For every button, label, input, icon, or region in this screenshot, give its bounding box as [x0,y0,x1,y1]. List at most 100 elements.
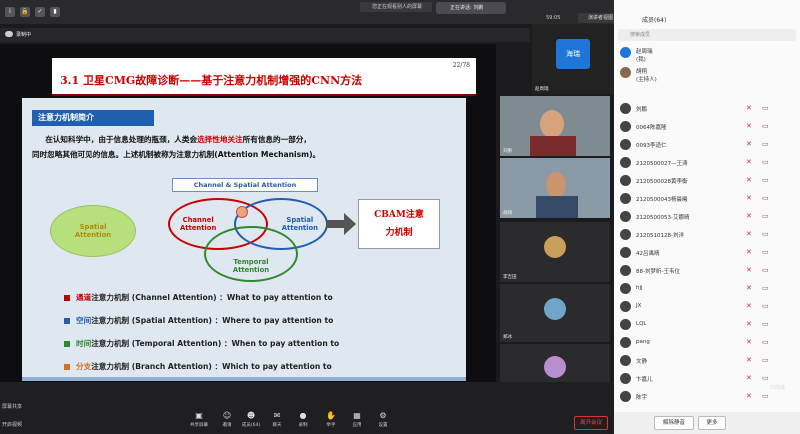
participant-row[interactable]: 2120500027—王涛 ✕ ▭ [614,154,800,172]
lock-icon[interactable]: 🔒 [20,7,30,17]
video-tile[interactable]: 李吉田 [500,222,610,282]
camera-icon[interactable]: ▭ [762,320,769,328]
more-button[interactable]: 更多 [698,416,726,430]
share-screen-button[interactable]: ▣ 共享屏幕 [188,412,210,432]
participant-row[interactable]: hjj ✕ ▭ [614,280,800,298]
avatar [620,391,631,402]
cbam-box: CBAM注意 力机制 [358,199,440,249]
chat-label: 聊天 [272,423,282,428]
section-title: 注意力机制简介 [32,110,154,126]
participant-row[interactable]: pang ✕ ▭ [614,334,800,352]
mic-muted-icon[interactable]: ✕ [746,140,752,149]
participant-row[interactable]: JX ✕ ▭ [614,298,800,316]
bullet-text: 注意力机制 (Channel Attention) ：What to pay a… [91,293,333,302]
search-input[interactable]: 搜索成员 [618,29,796,41]
mic-muted-icon[interactable]: ✕ [746,212,752,221]
participant-row[interactable]: 88-刘梦昕-王韦位 ✕ ▭ [614,262,800,280]
mic-muted-icon[interactable]: ✕ [746,230,752,239]
participant-row[interactable]: 42吕禹晴 ✕ ▭ [614,244,800,262]
participant-row[interactable]: 0093李遒仁 ✕ ▭ [614,136,800,154]
participant-row[interactable]: 2120500053-艾娜晴 ✕ ▭ [614,208,800,226]
camera-icon[interactable]: ▭ [762,194,769,202]
camera-icon[interactable]: ▭ [762,140,769,148]
camera-icon[interactable]: ▭ [762,302,769,310]
camera-icon[interactable]: ▭ [762,374,769,382]
mic-muted-icon[interactable]: ✕ [746,104,752,113]
participant-row[interactable]: 2120510128-刘洋 ✕ ▭ [614,226,800,244]
mic-muted-icon[interactable]: ✕ [746,356,752,365]
participant-row[interactable]: 胡翔 (主持人) [614,64,800,84]
camera-icon[interactable]: ▭ [762,338,769,346]
camera-icon[interactable]: ▭ [762,212,769,220]
camera-icon[interactable]: ▭ [762,392,769,400]
video-tile[interactable]: 刘鹏 [500,96,610,156]
camera-toggle[interactable]: 开启视频 [2,421,22,428]
avatar [620,211,631,222]
camera-icon[interactable]: ▭ [762,284,769,292]
settings-button[interactable]: ⚙ 设置 [372,412,394,432]
participant-row[interactable]: 2120500028黄李衡 ✕ ▭ [614,172,800,190]
avatar [620,247,631,258]
camera-icon[interactable]: ▭ [762,266,769,274]
slide-page-number: 22/78 [452,62,470,69]
tile-name: 刘鹏 [503,149,512,154]
mic-muted-icon[interactable]: ✕ [746,158,752,167]
unmute-all-button[interactable]: 解除静音 [654,416,694,430]
slide-title: 3.1 卫星CMG故障诊断——基于注意力机制增强的CNN方法 [60,74,363,87]
avatar [620,67,631,78]
participant-row[interactable]: LQL ✕ ▭ [614,316,800,334]
mic-muted-icon[interactable]: ✕ [746,194,752,203]
video-tile[interactable]: 胡翔 [500,158,610,218]
mic-muted-icon[interactable]: ✕ [746,284,752,293]
camera-icon[interactable]: ▭ [762,122,769,130]
temporal-attention-ellipse: Temporal Attention [204,226,298,282]
temporal-label: Temporal Attention [232,258,270,274]
invite-button[interactable]: ☺ 邀请 [216,412,238,432]
participant-name: 2120500053-艾娜晴 [636,215,690,221]
participant-row[interactable]: 文静 ✕ ▭ [614,352,800,370]
camera-icon[interactable]: ▭ [762,104,769,112]
mic-muted-icon[interactable]: ✕ [746,392,752,401]
speaking-indicator: 正在讲话: 刘鹏 [436,2,506,14]
members-button[interactable]: ☻ 成员(64) [240,412,262,432]
info-icon[interactable]: i [5,7,15,17]
avatar: 海瑞 [556,39,590,69]
invite-label: 邀请 [222,423,232,428]
bullet-text: 注意力机制 (Spatial Attention) ：Where to pay … [91,316,334,325]
mic-muted-icon[interactable]: ✕ [746,122,752,131]
leave-meeting-button[interactable]: 离开会议 [574,416,608,430]
participant-row[interactable]: 2120500043杨晨曦 ✕ ▭ [614,190,800,208]
view-mode-button[interactable]: 演讲者视图 [578,13,618,23]
participant-row[interactable]: 0064陈嘉隆 ✕ ▭ [614,118,800,136]
video-tile[interactable]: 郑冰 [500,284,610,342]
bullet-item: 分支 注意力机制 (Branch Attention) ：Which to pay… [64,355,454,378]
camera-icon[interactable]: ▭ [762,176,769,184]
mic-muted-icon[interactable]: ✕ [746,248,752,257]
hand-icon: ✋ [326,411,336,420]
chat-icon: ✉ [273,411,281,420]
mic-muted-icon[interactable]: ✕ [746,266,752,275]
apps-button[interactable]: ▦ 应用 [346,412,368,432]
shield-icon[interactable]: ✓ [35,7,45,17]
bullet-text: 注意力机制 (Temporal Attention) ：When to pay … [91,339,340,348]
raise-hand-button[interactable]: ✋ 举手 [320,412,342,432]
intro-paragraph: 在认知科学中，由于信息处理的瓶颈，人类会选择性地关注所有信息的一部分， 同时忽略… [32,132,436,162]
spatial-label: Spatial Attention [281,216,318,232]
participant-row[interactable]: 赵周瑞 (我) [614,44,800,64]
participant-name: 刘鹏 [636,107,648,113]
participant-row[interactable]: 刘鹏 ✕ ▭ [614,100,800,118]
camera-icon[interactable]: ▭ [762,356,769,364]
camera-icon[interactable]: ▭ [762,230,769,238]
mic-muted-icon[interactable]: ✕ [746,176,752,185]
record-button[interactable]: ● 录制 [292,412,314,432]
camera-icon[interactable]: ▭ [762,158,769,166]
camera-icon[interactable]: ▭ [762,248,769,256]
mic-muted-icon[interactable]: ✕ [746,338,752,347]
video-tile-host[interactable]: 海瑞 赵周瑞 [532,24,614,94]
mic-muted-icon[interactable]: ✕ [746,374,752,383]
mic-muted-icon[interactable]: ✕ [746,302,752,311]
sharing-banner: 您正在观看别人的屏幕 [360,2,432,12]
chat-button[interactable]: ✉ 聊天 [266,412,288,432]
mic-muted-icon[interactable]: ✕ [746,320,752,329]
settings-label: 设置 [378,423,388,428]
